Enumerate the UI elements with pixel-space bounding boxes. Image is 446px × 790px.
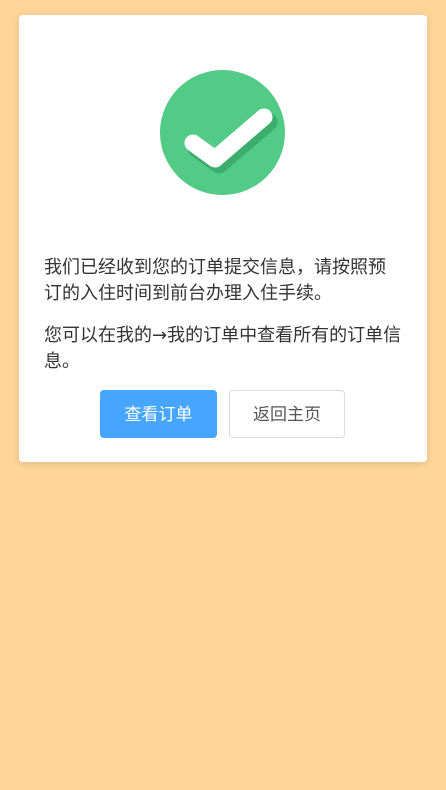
success-card: 我们已经收到您的订单提交信息，请按照预订的入住时间到前台办理入住手续。 您可以在… — [19, 15, 427, 462]
back-home-button[interactable]: 返回主页 — [229, 390, 345, 438]
view-orders-button[interactable]: 查看订单 — [100, 390, 217, 438]
checkmark-circle-icon — [160, 70, 285, 195]
order-view-hint-message: 您可以在我的→我的订单中查看所有的订单信息。 — [44, 325, 402, 372]
order-received-message: 我们已经收到您的订单提交信息，请按照预订的入住时间到前台办理入住手续。 — [44, 257, 386, 304]
